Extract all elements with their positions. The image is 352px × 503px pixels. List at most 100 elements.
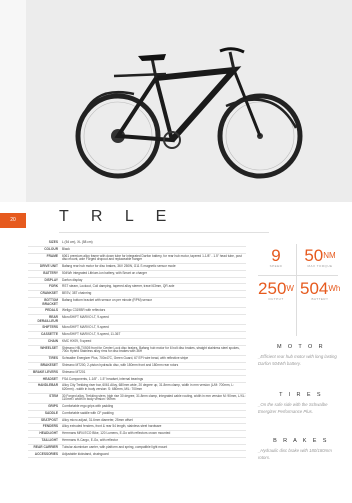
spec-row: SEATPOST Alloy micro adjust, 31.6mm diame…: [28, 418, 246, 425]
stat-value: 250W: [258, 279, 294, 298]
feature-motor: M O T O R _Efficient rear hub motor with…: [258, 344, 344, 368]
feature-heading: M O T O R: [277, 344, 325, 350]
spec-label: HEADSET: [42, 376, 58, 381]
stat-unit: SPEED: [269, 264, 283, 268]
spec-label: FENDERS: [42, 424, 58, 429]
spec-label: REAR CARRIER: [33, 444, 58, 449]
spec-label: COLOUR: [44, 246, 58, 251]
spec-value: L (54 cm), XL (58 cm): [62, 240, 93, 245]
spec-label: ACCESSORIES: [34, 451, 58, 456]
feature-heading: T I R E S: [279, 392, 323, 398]
feature-tires: T I R E S _On the safe side with the Sch…: [258, 392, 344, 416]
spec-row: PEDALS Wellgo C319BR with reflectors: [28, 308, 246, 315]
spec-label: FORK: [48, 284, 58, 289]
spec-value: Black: [62, 246, 70, 251]
spec-row: GRIPS Comfortable ergo grips with padding: [28, 404, 246, 411]
spec-value: Bafang bottom bracket with sensor on per…: [62, 297, 152, 302]
stat-speed: 9 SPEED: [256, 247, 296, 268]
spec-value: Darfon display: [62, 277, 83, 282]
spec-label: TAILLIGHT: [41, 437, 58, 442]
spec-row: SHIFTERS MicroSHIFT MARVO LT, 9-speed: [28, 325, 246, 333]
spec-row: ACCESSORIES Adjustable kickstand, chaingu…: [28, 451, 246, 459]
spec-label: FRAME: [46, 253, 58, 258]
spec-row: CHAIN KMC HX09, 9-speed: [28, 339, 246, 346]
spec-row: CRANKSET BESV, 38T chainring: [28, 291, 246, 298]
spec-value: Wellgo C319BR with reflectors: [62, 308, 106, 313]
spec-label: BRAKESET: [40, 362, 58, 367]
spec-row: REAR DERAILLEUR MicroSHIFT MARVO LT, 9-sp…: [28, 315, 246, 326]
page-number: 20: [10, 217, 16, 223]
bike-illustration: [75, 47, 303, 179]
spec-value: Bafang rear hub motor for disc brakes, 3…: [62, 264, 176, 269]
hero-image-area: [0, 0, 352, 202]
spec-row: SADDLE Comfortable saddle with CF padding: [28, 411, 246, 418]
title-divider: [59, 232, 269, 233]
spec-label: HEADLIGHT: [39, 431, 58, 436]
stat-value: 9: [271, 246, 281, 265]
spec-value: Shimano HB-TX505 front for Center Lock d…: [62, 345, 240, 354]
spec-row: HEADLIGHT Herrmans MR4 ECO Bike, 120 Lume…: [28, 431, 246, 438]
feature-description: _On the safe side with the Schwalbe Ener…: [258, 402, 328, 414]
spec-table: SIZES L (54 cm), XL (58 cm) COLOUR Black FRA…: [28, 240, 246, 459]
stats-horizontal-divider: [258, 275, 338, 276]
spec-row: COLOUR Black: [28, 247, 246, 254]
spec-label: DISPLAY: [44, 277, 58, 282]
spec-value: Comfortable saddle with CF padding: [62, 410, 114, 415]
spec-value: KMC HX09, 9-speed: [62, 339, 92, 344]
spec-label: PEDALS: [45, 308, 58, 313]
stat-output: 250W OUTPUT: [256, 280, 296, 301]
spec-value: Alloy City Trekking riser bar, 6061 Allo…: [62, 383, 234, 391]
feature-heading: B R A K E S: [273, 438, 329, 444]
stat-value: 504Wh: [300, 279, 341, 298]
spec-label: SADDLE: [44, 410, 58, 415]
stat-value: 50NM: [304, 246, 336, 265]
page-title: T R L E: [59, 208, 176, 225]
spec-value: BESV, 38T chainring: [62, 291, 92, 296]
spec-label: TIRES: [48, 356, 58, 361]
spec-row: DISPLAY Darfon display: [28, 278, 246, 285]
spec-row: SIZES L (54 cm), XL (58 cm): [28, 240, 246, 247]
spec-value: MicroSHIFT MARVO LT, 9-speed, 11-36T: [62, 332, 121, 337]
spec-label: REAR DERAILLEUR: [37, 315, 58, 323]
spec-value: MicroSHIFT MARVO LT, 9-speed: [62, 315, 109, 320]
spec-value: 30 Forged alloy, Trekking stem, high ris…: [62, 393, 246, 402]
spec-label: BRAKE LEVERS: [33, 369, 58, 374]
spec-value: MicroSHIFT MARVO LT, 9-speed: [62, 325, 109, 330]
spec-row: REAR CARRIER Tubular aluminium carrier, w…: [28, 445, 246, 452]
spec-value: RST steam, Lockout, Coil damping, tapere…: [62, 284, 175, 289]
spec-value: Comfortable ergo grips with padding: [62, 404, 114, 409]
spec-label: DRIVE UNIT: [39, 264, 58, 269]
spec-row: HEADSET FSA Components, 1-1/8" - 1.5" hea…: [28, 376, 246, 384]
spec-row: FRAME 6061 premium alloy frame with down …: [28, 254, 246, 264]
spec-row: DRIVE UNIT Bafang rear hub motor for disc…: [28, 264, 246, 271]
spec-row: HANDLEBAR Alloy City Trekking riser bar, …: [28, 383, 246, 394]
spec-label: BOTTOM BRACKET: [42, 297, 58, 306]
spec-label: WHEELSET: [40, 345, 58, 350]
feature-description: _Efficient rear hub motor with long last…: [258, 354, 337, 366]
stat-torque: 50NM MAX TORQUE: [300, 247, 340, 268]
spec-value: 504Wh integrated Lithium-ion battery, wi…: [62, 270, 147, 275]
spec-label: CRANKSET: [40, 291, 58, 296]
spec-value: 6061 premium alloy frame with down tube …: [62, 253, 242, 262]
spec-row: FENDERS Alloy extruded fenders, front & r…: [28, 424, 246, 432]
stats-vertical-divider: [296, 244, 297, 336]
spec-label: SIZES: [48, 240, 58, 245]
spec-value: Alloy micro adjust, 31.6mm diameter, 25m…: [62, 417, 133, 422]
spec-value: Tubular aluminium carrier, with platform…: [62, 444, 168, 449]
spec-value: Adjustable kickstand, chainguard: [62, 451, 109, 456]
spec-label: BATTERY: [43, 270, 58, 275]
spec-value: Herrmans MR4 ECO Bike, 120 Lumens, E-Go …: [62, 431, 171, 436]
spec-row: WHEELSET Shimano HB-TX505 front for Cente…: [28, 345, 246, 357]
spec-label: HANDLEBAR: [37, 383, 58, 388]
spec-label: SEATPOST: [41, 417, 58, 422]
feature-brakes: B R A K E S _Hydraulic disc brake with 1…: [258, 438, 344, 462]
spec-label: GRIPS: [48, 404, 58, 409]
spec-label: STEM: [49, 393, 58, 398]
spec-row: FORK RST steam, Lockout, Coil damping, ta…: [28, 284, 246, 292]
stat-battery: 504Wh BATTERY: [300, 280, 340, 301]
spec-row: TIRES Schwalbe Energizer Plus, 700x47C, G…: [28, 356, 246, 363]
spec-value: Shimano MT200, 2-piston hydraulic disc, …: [62, 362, 179, 367]
spec-value: Herrmans H-Cargo, E-Go, with reflector: [62, 437, 118, 442]
spec-label: SHIFTERS: [42, 325, 58, 330]
spec-label: CHAIN: [47, 339, 58, 344]
